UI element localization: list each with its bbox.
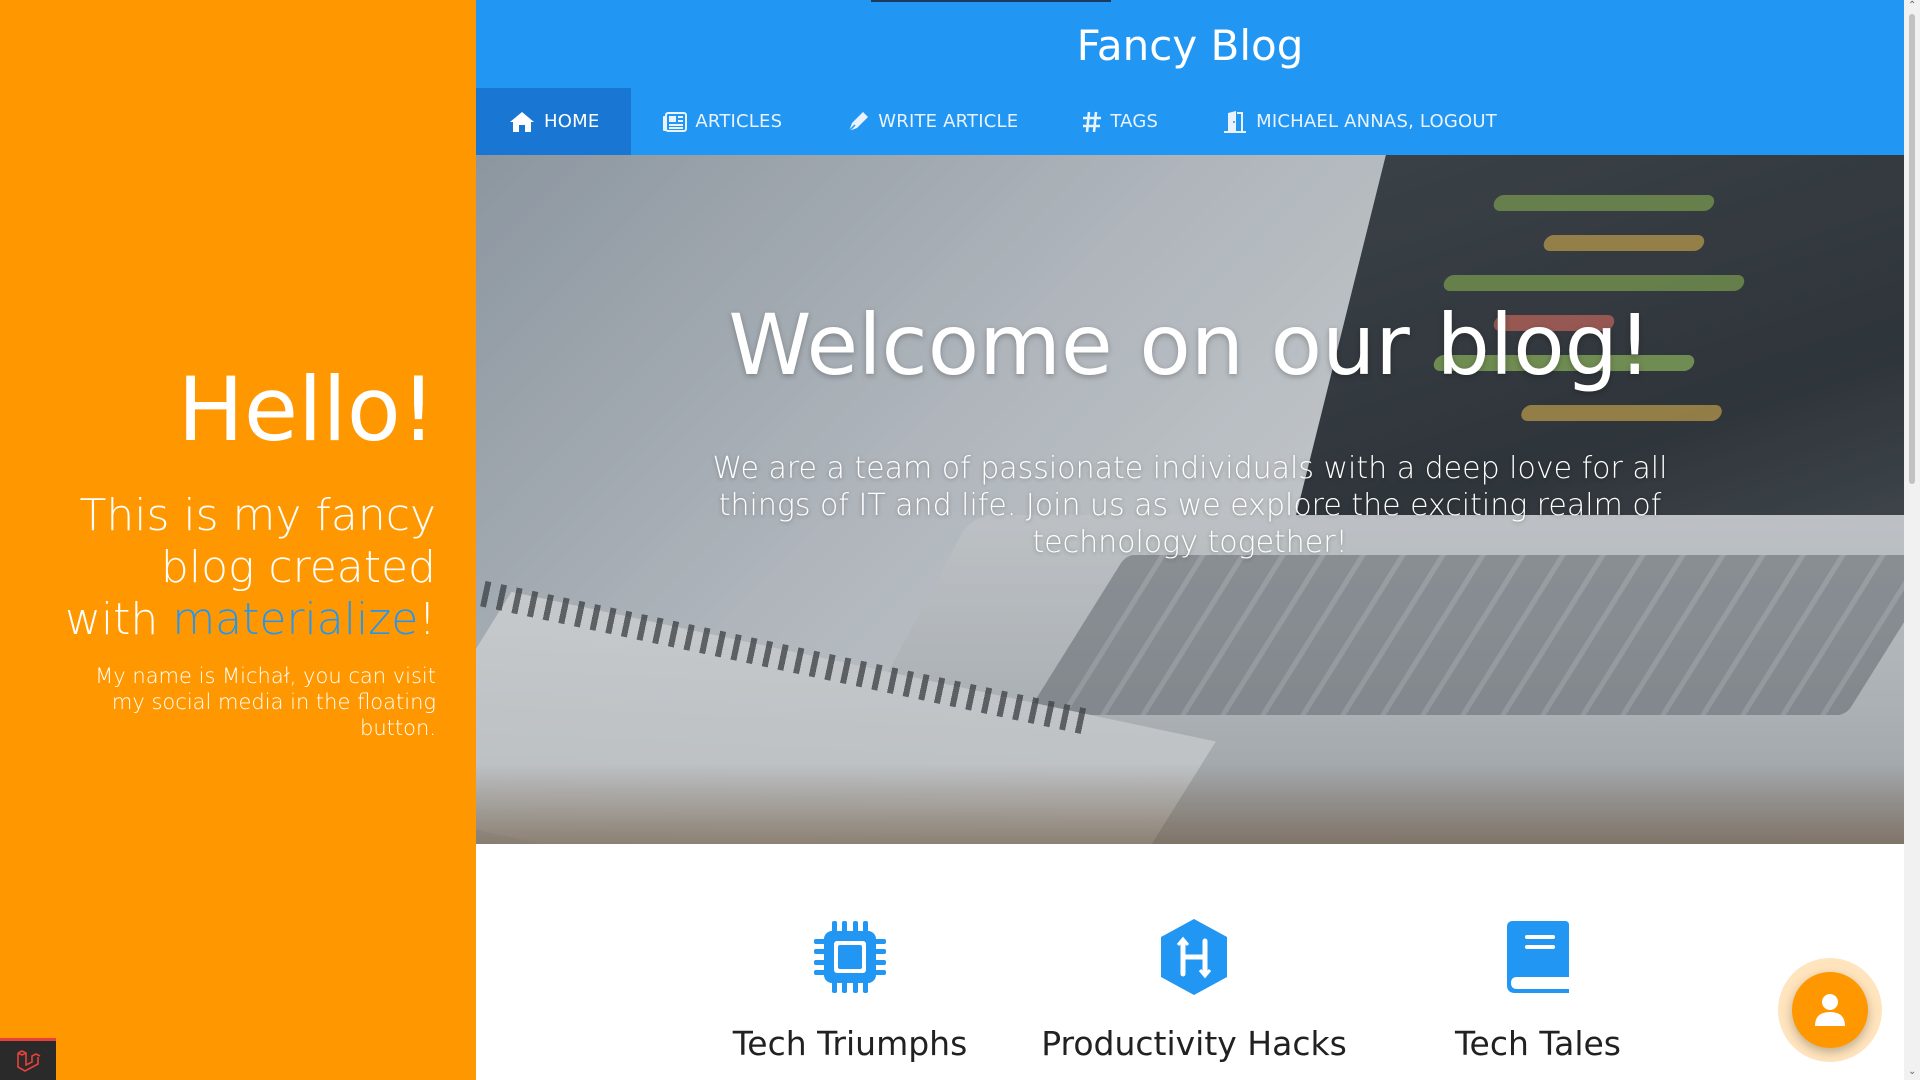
feature-productivity-hacks[interactable]: Productivity Hacks [1034, 914, 1354, 1064]
feature-icon-wrap [1034, 914, 1354, 1000]
nav-write-article-label: WRITE ARTICLE [878, 111, 1019, 132]
hero-title: Welcome on our blog! [728, 296, 1652, 394]
nav-write-article[interactable]: WRITE ARTICLE [814, 88, 1050, 155]
hello-heading: Hello! [177, 358, 436, 461]
microchip-icon [814, 921, 886, 993]
book-icon [1507, 921, 1569, 993]
feature-icon-wrap [690, 914, 1010, 1000]
feature-label: Tech Triumphs [732, 1024, 968, 1063]
hero-banner: Welcome on our blog! We are a team of pa… [476, 155, 1904, 844]
header-top-line [871, 0, 1111, 2]
nav-tags[interactable]: TAGS [1050, 88, 1190, 155]
scroll-down-arrow[interactable]: ⌄ [1908, 1067, 1916, 1077]
features-section: Tech Triumphs Productivity Hacks Tech Ta… [476, 844, 1904, 1080]
hashtag-icon [1083, 111, 1102, 132]
nav-home-label: HOME [544, 111, 600, 132]
hero-text: We are a team of passionate individuals … [712, 451, 1668, 560]
nav-logout-label: MICHAEL ANNAS, LOGOUT [1256, 111, 1497, 132]
nav-home[interactable]: HOME [476, 88, 632, 155]
social-fab-button[interactable] [1792, 972, 1868, 1048]
feature-icon-wrap [1378, 914, 1698, 1000]
feature-label: Productivity Hacks [1041, 1024, 1347, 1063]
nav-tags-label: TAGS [1110, 111, 1159, 132]
laravel-icon [17, 1049, 41, 1072]
home-icon [510, 111, 534, 132]
laravel-debug-button[interactable] [0, 1038, 56, 1080]
feature-tech-tales[interactable]: Tech Tales [1378, 914, 1698, 1064]
blog-tagline: This is my fancy blog created with mater… [56, 490, 436, 646]
intro-sidebar: Hello! This is my fancy blog created wit… [0, 0, 476, 1080]
brand-logo[interactable]: Fancy Blog [476, 18, 1904, 74]
materialize-link[interactable]: materialize [172, 594, 418, 645]
pen-icon [848, 111, 869, 132]
nav-logout[interactable]: MICHAEL ANNAS, LOGOUT [1190, 88, 1529, 155]
tagline-suffix: ! [418, 594, 436, 645]
nav-articles[interactable]: ARTICLES [631, 88, 814, 155]
author-intro: My name is Michał, you can visit my soci… [95, 664, 436, 740]
door-open-icon [1224, 110, 1247, 133]
user-icon [1815, 994, 1845, 1026]
page-scrollbar[interactable]: ⌃ ⌄ [1904, 0, 1920, 1080]
top-header: Fancy Blog HOME ARTICLES WRITE ARTICLE T… [476, 0, 1904, 155]
newspaper-icon [663, 111, 688, 132]
main-nav: HOME ARTICLES WRITE ARTICLE TAGS MICHAEL… [476, 88, 1529, 155]
scroll-up-arrow[interactable]: ⌃ [1908, 1, 1916, 11]
scroll-thumb[interactable] [1909, 14, 1915, 484]
nav-articles-label: ARTICLES [695, 111, 783, 132]
hackerrank-icon [1161, 919, 1227, 995]
feature-tech-triumphs[interactable]: Tech Triumphs [690, 914, 1010, 1064]
feature-label: Tech Tales [1455, 1024, 1621, 1063]
